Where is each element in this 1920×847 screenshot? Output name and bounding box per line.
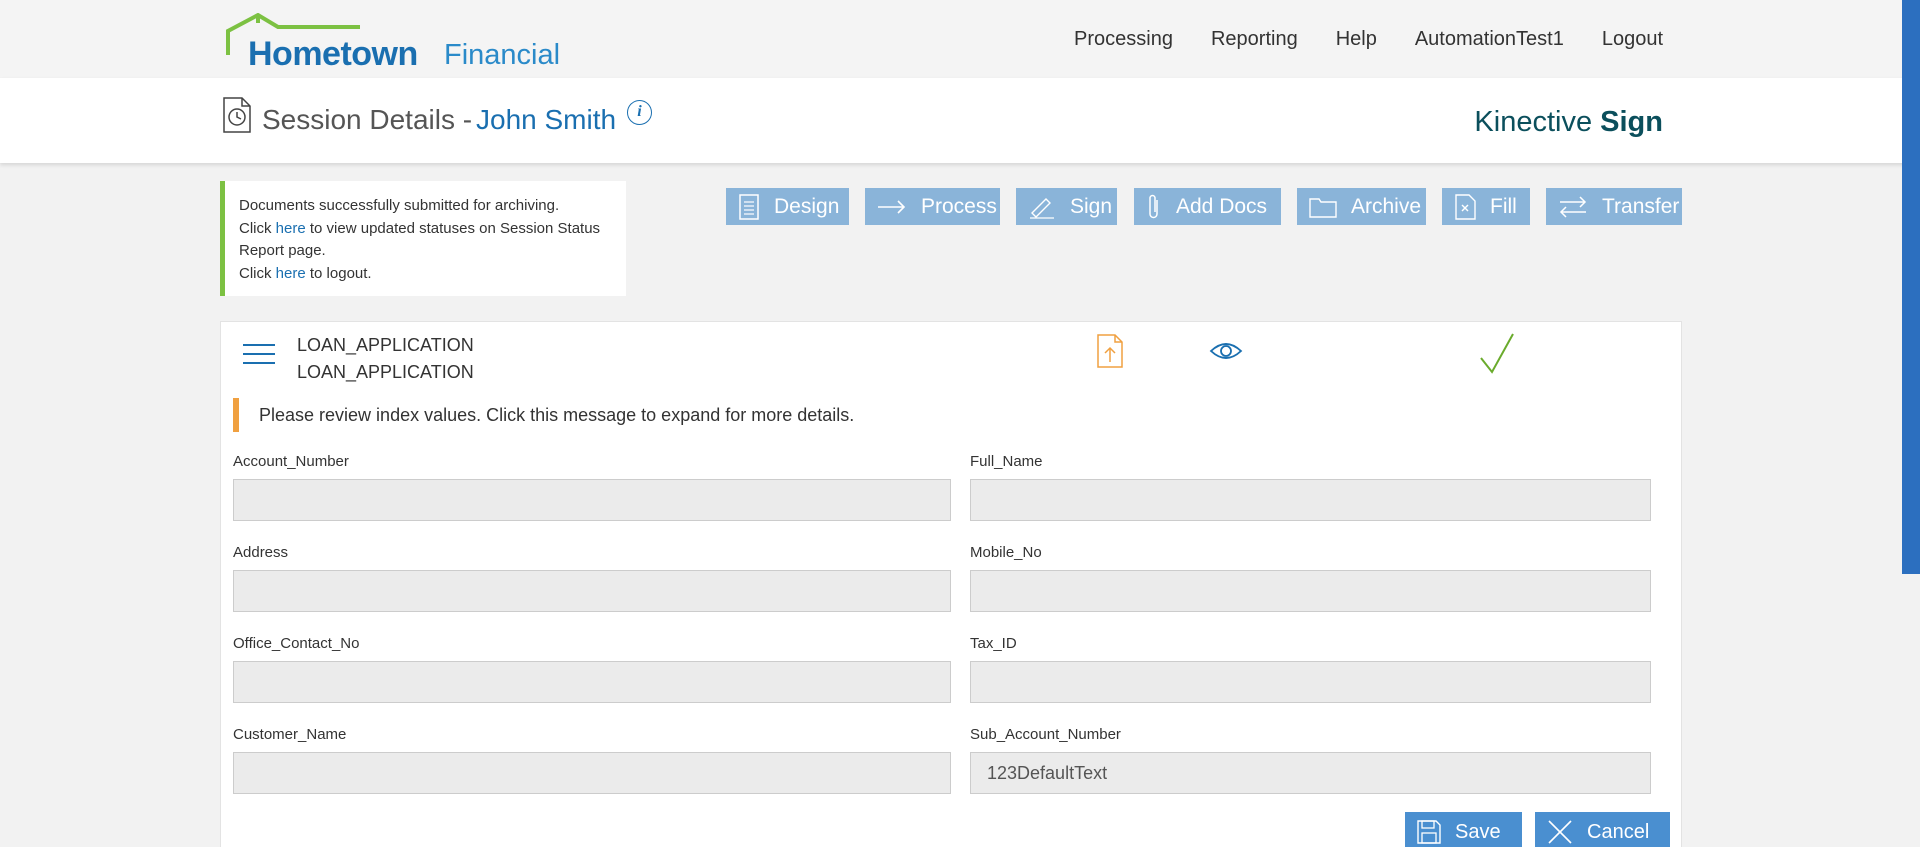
account-number-input[interactable] — [233, 479, 951, 521]
nav-user[interactable]: AutomationTest1 — [1415, 28, 1564, 51]
upload-document-icon[interactable] — [1096, 334, 1124, 368]
office-contact-no-label: Office_Contact_No — [233, 635, 360, 652]
document-panel: LOAN_APPLICATION LOAN_APPLICATION Please… — [220, 321, 1682, 847]
add-docs-button[interactable]: Add Docs — [1134, 188, 1281, 225]
full-name-label: Full_Name — [970, 453, 1043, 470]
hometown-financial-logo[interactable]: Hometown Financial — [222, 13, 562, 73]
document-name-line: LOAN_APPLICATION — [297, 335, 474, 355]
tax-id-input[interactable] — [970, 661, 1651, 703]
info-icon[interactable]: i — [627, 100, 652, 125]
page-scrollbar[interactable] — [1902, 0, 1920, 574]
session-header: Session Details - John Smith i Kinective… — [0, 78, 1920, 163]
document-type-line: LOAN_APPLICATION — [297, 362, 474, 382]
process-button-label: Process — [921, 194, 997, 218]
review-index-message[interactable]: Please review index values. Click this m… — [233, 398, 854, 432]
design-button-label: Design — [774, 194, 840, 218]
sign-button[interactable]: Sign — [1016, 188, 1117, 225]
cancel-button-label: Cancel — [1587, 820, 1650, 843]
address-label: Address — [233, 544, 289, 561]
full-name-input[interactable] — [970, 479, 1651, 521]
session-history-icon — [223, 97, 251, 133]
product-name: Kinective — [1474, 106, 1593, 138]
nav-help[interactable]: Help — [1336, 28, 1377, 51]
account-number-label: Account_Number — [233, 453, 349, 470]
top-navigation-bar: Hometown Financial Processing Reporting … — [0, 0, 1920, 78]
brand-suffix: Financial — [444, 39, 561, 71]
logout-link[interactable]: here — [276, 265, 306, 282]
kinective-sign-logo: Kinective Sign — [1474, 106, 1663, 139]
notice-line-2: Click here to view updated statuses on S… — [239, 219, 601, 260]
design-button[interactable]: Design — [726, 188, 849, 225]
save-button-label: Save — [1455, 820, 1501, 843]
sign-button-label: Sign — [1070, 194, 1113, 218]
nav-processing[interactable]: Processing — [1074, 28, 1173, 51]
folder-icon — [1309, 197, 1337, 218]
transfer-icon — [1559, 195, 1587, 218]
document-name: LOAN_APPLICATION LOAN_APPLICATION — [297, 332, 474, 386]
transfer-button[interactable]: Transfer — [1546, 188, 1682, 225]
archive-button-label: Archive — [1351, 194, 1422, 218]
archive-button[interactable]: Archive — [1297, 188, 1426, 225]
brand-name: Hometown — [248, 35, 418, 73]
view-eye-icon[interactable] — [1209, 340, 1243, 362]
process-button[interactable]: Process — [865, 188, 1000, 225]
arrow-right-icon — [878, 199, 906, 214]
fill-button[interactable]: Fill — [1442, 188, 1530, 225]
save-button[interactable]: Save — [1405, 812, 1522, 847]
save-disk-icon — [1417, 820, 1441, 844]
top-nav-menu: Processing Reporting Help AutomationTest… — [1074, 28, 1663, 51]
mobile-no-input[interactable] — [970, 570, 1651, 612]
mobile-no-label: Mobile_No — [970, 544, 1042, 561]
fill-button-label: Fill — [1490, 194, 1517, 218]
nav-logout[interactable]: Logout — [1602, 28, 1663, 51]
success-notification: Documents successfully submitted for arc… — [220, 181, 626, 296]
paperclip-icon — [1149, 194, 1158, 218]
notice-line-1: Documents successfully submitted for arc… — [239, 197, 560, 214]
customer-name-label: Customer_Name — [233, 726, 347, 743]
customer-name-input[interactable] — [233, 752, 951, 794]
session-customer-name: John Smith — [476, 104, 617, 135]
nav-reporting[interactable]: Reporting — [1211, 28, 1298, 51]
page-title: Session Details - — [262, 104, 473, 135]
pen-icon — [1030, 197, 1054, 219]
checkmark-icon — [1480, 333, 1514, 374]
status-report-link[interactable]: here — [276, 220, 306, 237]
fill-doc-icon — [1455, 193, 1476, 220]
sub-account-number-input[interactable] — [970, 752, 1651, 794]
add-docs-button-label: Add Docs — [1176, 194, 1268, 218]
address-input[interactable] — [233, 570, 951, 612]
close-icon — [1548, 820, 1572, 844]
cancel-button[interactable]: Cancel — [1535, 812, 1670, 847]
hamburger-menu-icon[interactable] — [243, 344, 275, 368]
transfer-button-label: Transfer — [1602, 194, 1680, 218]
product-suffix: Sign — [1600, 106, 1663, 138]
sub-account-number-label: Sub_Account_Number — [970, 726, 1121, 743]
tax-id-label: Tax_ID — [970, 635, 1017, 652]
design-icon — [739, 193, 759, 220]
office-contact-no-input[interactable] — [233, 661, 951, 703]
notice-line-3: Click here to logout. — [239, 264, 372, 282]
